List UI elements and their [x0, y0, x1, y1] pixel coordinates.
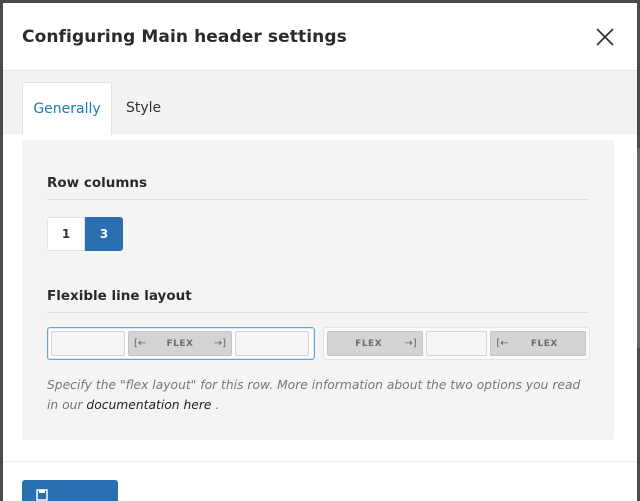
modal-header: Configuring Main header settings: [3, 3, 637, 71]
close-button[interactable]: [593, 25, 617, 49]
layout-option-center-flex[interactable]: [← FLEX →]: [47, 327, 315, 360]
settings-panel: Row columns 1 3 Flexible line layout [← …: [22, 140, 614, 440]
layout-cell-right: [235, 331, 309, 356]
flex-label: FLEX: [355, 338, 383, 349]
divider: [47, 312, 589, 313]
arrow-right-icon: →]: [404, 338, 417, 349]
tab-style[interactable]: Style: [126, 82, 161, 134]
flex-label: FLEX: [530, 338, 558, 349]
arrow-right-icon: →]: [213, 338, 226, 349]
flex-label: FLEX: [166, 338, 194, 349]
hint-suffix: .: [215, 398, 220, 412]
save-icon: [36, 489, 48, 501]
row-columns-selector: 1 3: [47, 217, 123, 251]
divider: [47, 199, 589, 200]
footer-divider: [3, 461, 637, 462]
layout-cell-flex: FLEX →]: [327, 331, 423, 356]
close-icon: [596, 28, 614, 46]
row-columns-option-3[interactable]: 3: [85, 217, 123, 251]
tab-generally[interactable]: Generally: [22, 82, 112, 135]
flexible-layout-title: Flexible line layout: [47, 288, 192, 304]
arrow-left-icon: [←: [496, 338, 509, 349]
settings-modal: Configuring Main header settings General…: [3, 3, 637, 501]
row-columns-option-1[interactable]: 1: [47, 217, 85, 251]
layout-cell-flex: [← FLEX: [490, 331, 586, 356]
layout-cell-left: [51, 331, 125, 356]
documentation-link[interactable]: documentation here: [86, 398, 211, 412]
layout-hint: Specify the "flex layout" for this row. …: [47, 375, 592, 415]
layout-cell-center: [425, 331, 488, 356]
arrow-left-icon: [←: [134, 338, 147, 349]
modal-title: Configuring Main header settings: [22, 26, 347, 47]
row-columns-title: Row columns: [47, 175, 148, 191]
layout-option-side-flex[interactable]: FLEX →] [← FLEX: [323, 327, 590, 360]
layout-cell-flex: [← FLEX →]: [128, 331, 232, 356]
save-button[interactable]: [22, 480, 118, 501]
tabs-bar: Generally Style: [3, 71, 637, 135]
